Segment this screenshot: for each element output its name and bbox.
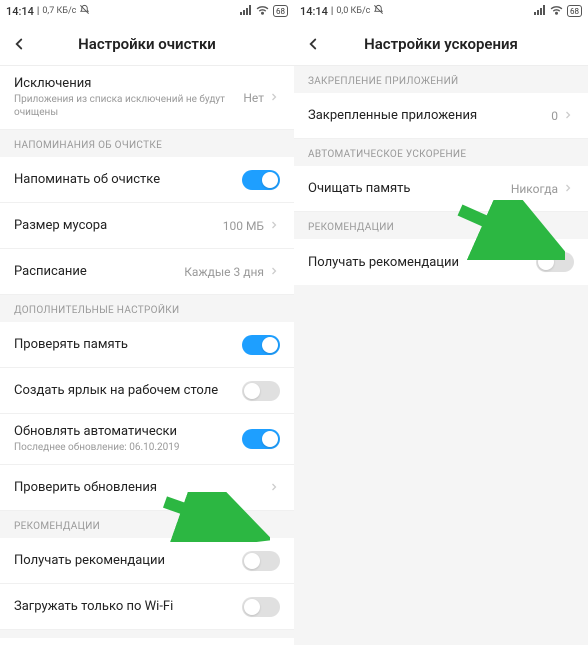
chevron-right-icon bbox=[268, 262, 280, 281]
status-divider: | bbox=[37, 6, 39, 17]
dnd-icon bbox=[79, 4, 90, 18]
row-label: Исключения bbox=[14, 76, 243, 91]
row-value: Никогда bbox=[511, 182, 558, 196]
chevron-right-icon bbox=[268, 216, 280, 235]
row-label: Проверить обновления bbox=[14, 480, 268, 495]
status-bar: 14:14 | 0,7 КБ/с 68 bbox=[0, 0, 294, 22]
toggle-check-memory[interactable] bbox=[242, 335, 280, 355]
row-exclusions[interactable]: Исключения Приложения из списка исключен… bbox=[0, 66, 294, 130]
section-recommendations: РЕКОМЕНДАЦИИ bbox=[0, 511, 294, 538]
signal-icon bbox=[240, 5, 252, 18]
row-wifi-only[interactable]: Загружать только по Wi-Fi bbox=[0, 584, 294, 630]
status-network-speed: 0,7 КБ/с bbox=[42, 6, 76, 16]
status-time: 14:14 bbox=[6, 5, 34, 18]
status-network-speed: 0,0 КБ/с bbox=[336, 6, 370, 16]
row-label: Создать ярлык на рабочем столе bbox=[14, 383, 242, 398]
settings-list: Исключения Приложения из списка исключен… bbox=[0, 66, 294, 645]
row-auto-update[interactable]: Обновлять автоматически Последнее обновл… bbox=[0, 414, 294, 465]
settings-list: ЗАКРЕПЛЕНИЕ ПРИЛОЖЕНИЙ Закрепленные прил… bbox=[294, 66, 588, 645]
header: Настройки очистки bbox=[0, 22, 294, 66]
row-sublabel: Последнее обновление: 06.10.2019 bbox=[14, 441, 242, 454]
row-remind-clean[interactable]: Напоминать об очистке bbox=[0, 157, 294, 203]
header: Настройки ускорения bbox=[294, 22, 588, 66]
battery-icon: 68 bbox=[273, 5, 288, 17]
status-bar: 14:14 | 0,0 КБ/с 68 bbox=[294, 0, 588, 22]
row-label: Размер мусора bbox=[14, 218, 223, 233]
row-label: Загружать только по Wi-Fi bbox=[14, 599, 242, 614]
row-label: Напоминать об очистке bbox=[14, 172, 242, 187]
row-value: Нет bbox=[243, 91, 264, 105]
row-trash-size[interactable]: Размер мусора 100 МБ bbox=[0, 203, 294, 249]
phone-right: 14:14 | 0,0 КБ/с 68 Настройки ускорения … bbox=[294, 0, 588, 645]
row-label: Получать рекомендации bbox=[308, 255, 536, 270]
row-check-updates[interactable]: Проверить обновления bbox=[0, 465, 294, 511]
section-reminders: НАПОМИНАНИЯ ОБ ОЧИСТКЕ bbox=[0, 130, 294, 157]
page-title: Настройки ускорения bbox=[304, 35, 578, 53]
row-label: Проверять память bbox=[14, 337, 242, 352]
toggle-recommendations[interactable] bbox=[242, 551, 280, 571]
row-value: Каждые 3 дня bbox=[184, 265, 264, 279]
battery-icon: 68 bbox=[567, 5, 582, 17]
row-schedule[interactable]: Расписание Каждые 3 дня bbox=[0, 249, 294, 295]
section-auto-boost: АВТОМАТИЧЕСКОЕ УСКОРЕНИЕ bbox=[294, 139, 588, 166]
page-title: Настройки очистки bbox=[10, 35, 284, 53]
toggle-remind[interactable] bbox=[242, 170, 280, 190]
dnd-icon bbox=[373, 4, 384, 18]
row-label: Закрепленные приложения bbox=[308, 108, 551, 123]
row-label: Очищать память bbox=[308, 181, 511, 196]
chevron-right-icon bbox=[562, 179, 574, 198]
status-divider: | bbox=[331, 6, 333, 17]
status-time: 14:14 bbox=[300, 5, 328, 18]
row-sublabel: Приложения из списка исключений не будут… bbox=[14, 93, 243, 119]
row-pinned-apps[interactable]: Закрепленные приложения 0 bbox=[294, 93, 588, 139]
wifi-icon bbox=[256, 5, 269, 18]
toggle-recommendations[interactable] bbox=[536, 252, 574, 272]
wifi-icon bbox=[550, 5, 563, 18]
row-label: Обновлять автоматически bbox=[14, 424, 242, 439]
section-recommendations: РЕКОМЕНДАЦИИ bbox=[294, 212, 588, 239]
chevron-right-icon bbox=[268, 478, 280, 497]
chevron-right-icon bbox=[562, 106, 574, 125]
row-privacy-policy[interactable]: Политика конфиденциальности bbox=[0, 638, 294, 645]
toggle-auto-update[interactable] bbox=[242, 429, 280, 449]
toggle-shortcut[interactable] bbox=[242, 381, 280, 401]
row-clear-memory[interactable]: Очищать память Никогда bbox=[294, 166, 588, 212]
signal-icon bbox=[534, 5, 546, 18]
section-additional: ДОПОЛНИТЕЛЬНЫЕ НАСТРОЙКИ bbox=[0, 295, 294, 322]
row-check-memory[interactable]: Проверять память bbox=[0, 322, 294, 368]
chevron-right-icon bbox=[268, 88, 280, 107]
row-recommendations[interactable]: Получать рекомендации bbox=[294, 239, 588, 285]
section-pinned: ЗАКРЕПЛЕНИЕ ПРИЛОЖЕНИЙ bbox=[294, 66, 588, 93]
row-value: 0 bbox=[551, 109, 558, 123]
row-recommendations[interactable]: Получать рекомендации bbox=[0, 538, 294, 584]
row-label: Получать рекомендации bbox=[14, 553, 242, 568]
row-label: Расписание bbox=[14, 264, 184, 279]
row-shortcut[interactable]: Создать ярлык на рабочем столе bbox=[0, 368, 294, 414]
phone-left: 14:14 | 0,7 КБ/с 68 Настройки очистки Ис… bbox=[0, 0, 294, 645]
row-value: 100 МБ bbox=[223, 219, 264, 233]
toggle-wifi-only[interactable] bbox=[242, 597, 280, 617]
